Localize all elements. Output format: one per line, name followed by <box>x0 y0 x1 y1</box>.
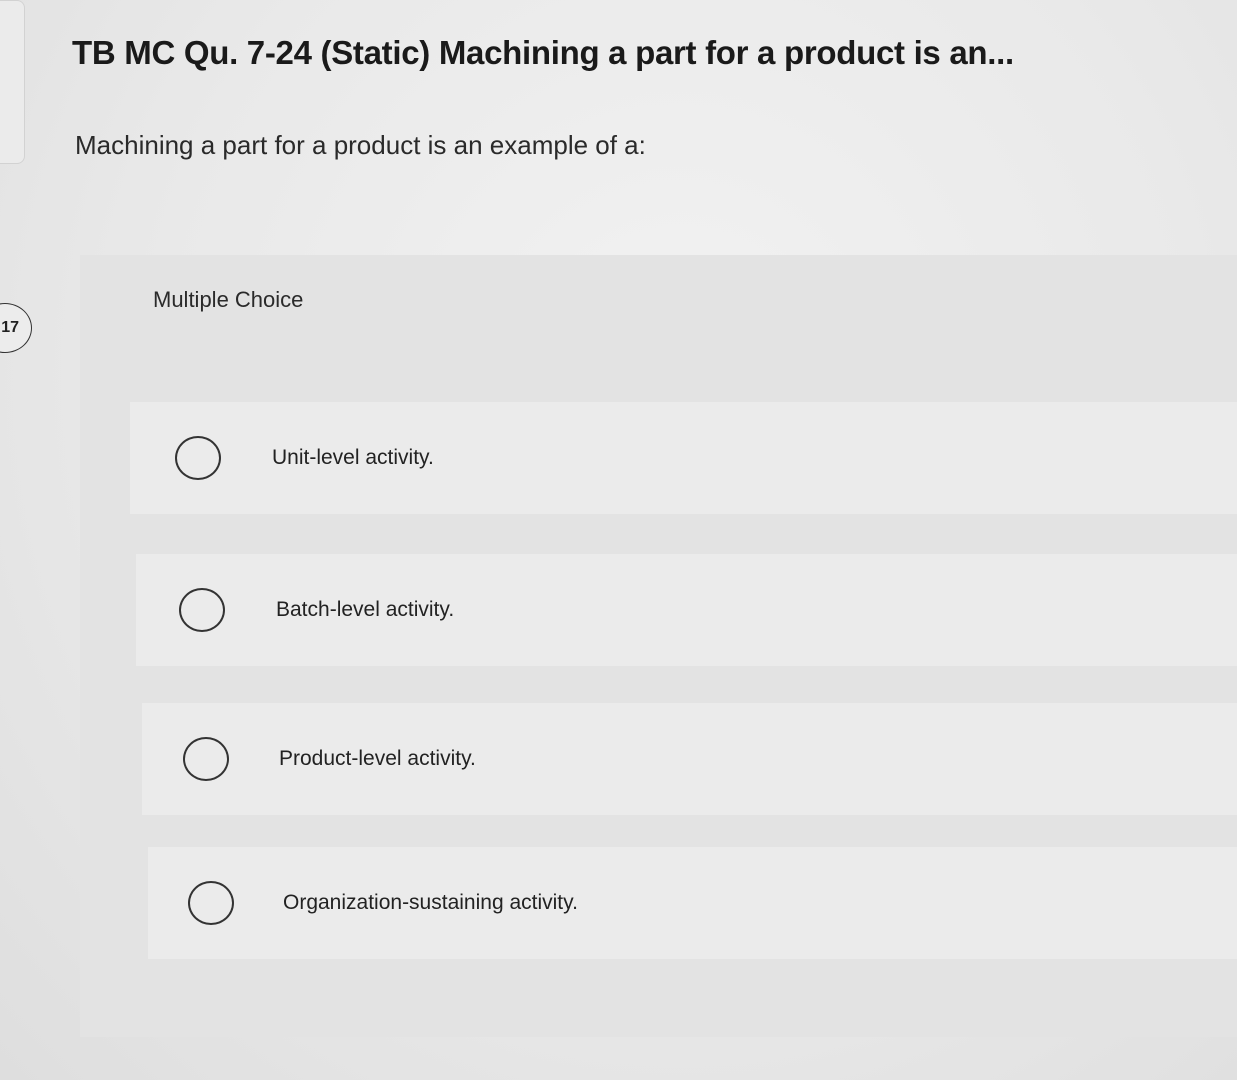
answer-option-label: Unit-level activity. <box>272 446 434 469</box>
question-nav-panel[interactable] <box>0 0 25 164</box>
question-number: 17 <box>1 319 19 336</box>
answer-option-label: Organization-sustaining activity. <box>283 891 578 914</box>
question-number-badge[interactable]: 17 <box>0 303 32 353</box>
answer-panel: Multiple Choice Unit-level activity. Bat… <box>80 255 1237 1037</box>
answer-option-label: Product-level activity. <box>279 747 476 770</box>
answer-option-unit-level[interactable]: Unit-level activity. <box>130 402 1237 514</box>
radio-button-product-level[interactable] <box>183 737 229 781</box>
answer-option-batch-level[interactable]: Batch-level activity. <box>136 554 1237 666</box>
radio-button-unit-level[interactable] <box>175 436 221 480</box>
answer-option-product-level[interactable]: Product-level activity. <box>142 703 1237 815</box>
question-title: TB MC Qu. 7-24 (Static) Machining a part… <box>72 34 1014 71</box>
answer-option-label: Batch-level activity. <box>276 598 455 621</box>
radio-button-organization-sustaining[interactable] <box>188 881 234 925</box>
question-type-label: Multiple Choice <box>153 287 304 312</box>
answer-option-organization-sustaining[interactable]: Organization-sustaining activity. <box>148 847 1237 959</box>
question-prompt: Machining a part for a product is an exa… <box>75 130 646 160</box>
radio-button-batch-level[interactable] <box>179 588 225 632</box>
